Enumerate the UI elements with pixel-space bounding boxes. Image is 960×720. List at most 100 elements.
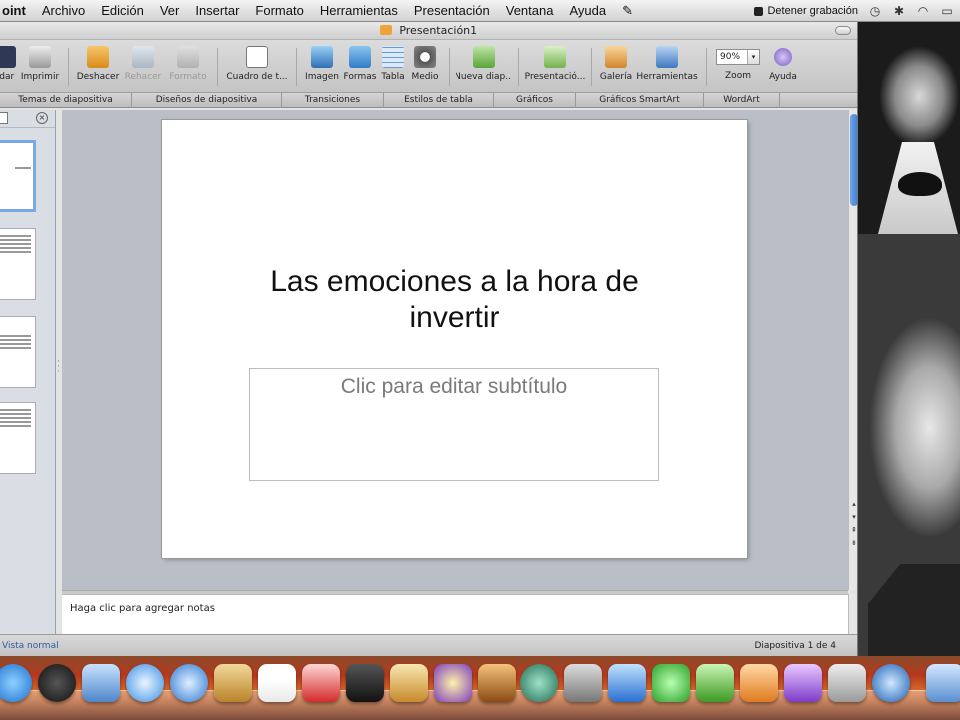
current-slide[interactable]: Las emociones a la hora de invertir Clic… <box>162 120 747 558</box>
imovie-icon[interactable] <box>434 664 472 702</box>
stop-icon <box>754 6 764 16</box>
redo-icon <box>132 46 154 68</box>
photo-booth-icon[interactable] <box>302 664 340 702</box>
menu-herramientas[interactable]: Herramientas <box>312 0 406 21</box>
calendar-icon[interactable] <box>258 664 296 702</box>
menu-archivo[interactable]: Archivo <box>34 0 93 21</box>
tab-slide-layouts[interactable]: Diseños de diapositiva <box>132 93 282 108</box>
wifi-icon[interactable]: ◠ <box>916 4 930 18</box>
slide-thumbnail-2[interactable] <box>0 228 36 300</box>
zoom-control[interactable]: 90% ▾ Zoom <box>713 46 763 92</box>
new-slide-icon <box>473 46 495 68</box>
bluetooth-icon[interactable]: ✱ <box>892 4 906 18</box>
menu-formato[interactable]: Formato <box>247 0 311 21</box>
menu-insertar[interactable]: Insertar <box>187 0 247 21</box>
thumb-text-line <box>0 347 31 349</box>
preview-icon[interactable] <box>82 664 120 702</box>
undo-button[interactable]: Deshacer <box>75 46 121 92</box>
thumb-text-line <box>0 413 31 415</box>
format-painter-button[interactable]: Formato <box>165 46 211 92</box>
menu-presentacion[interactable]: Presentación <box>406 0 498 21</box>
tab-table-styles[interactable]: Estilos de tabla <box>384 93 494 108</box>
subtitle-placeholder-box[interactable]: Clic para editar subtítulo <box>249 368 659 481</box>
outline-view-toggle[interactable] <box>0 112 8 124</box>
window-titlebar[interactable]: Presentación1 <box>0 22 857 40</box>
toolbar-separator <box>217 48 218 86</box>
entourage-icon[interactable] <box>784 664 822 702</box>
close-pane-icon[interactable]: × <box>36 112 48 124</box>
menu-ventana[interactable]: Ventana <box>498 0 562 21</box>
normal-view-label[interactable]: Vista normal <box>2 641 59 651</box>
redo-button[interactable]: Rehacer <box>121 46 165 92</box>
elements-gallery-tabs: Temas de diapositiva Diseños de diaposit… <box>0 92 857 108</box>
excel-icon[interactable] <box>696 664 734 702</box>
notes-pane[interactable]: Haga clic para agregar notas <box>62 594 848 634</box>
toolbar-separator <box>296 48 297 86</box>
save-button[interactable]: rdar <box>0 46 18 92</box>
downloads-stack-icon[interactable] <box>926 664 960 702</box>
format-painter-label: Formato <box>169 72 207 82</box>
menubar-status-items: Detener grabación ◷ ✱ ◠ ▭ <box>754 0 960 22</box>
media-icon <box>414 46 436 68</box>
safari-icon[interactable] <box>126 664 164 702</box>
facetime-icon[interactable] <box>170 664 208 702</box>
thumb-text-line <box>0 417 31 419</box>
slide-thumbnail-4[interactable] <box>0 402 36 474</box>
word-icon[interactable] <box>608 664 646 702</box>
tab-smartart[interactable]: Gráficos SmartArt <box>576 93 704 108</box>
slide-vertical-scrollbar[interactable]: ▴ ▾ ⇞ ⇟ <box>848 110 857 590</box>
toolbar-toggle-button[interactable] <box>835 26 851 35</box>
slide-thumbnail-1[interactable] <box>0 140 36 212</box>
scrollbar-thumb[interactable] <box>850 114 857 206</box>
new-slide-button[interactable]: Nueva diap... <box>456 46 512 92</box>
table-button[interactable]: Tabla <box>379 46 407 92</box>
system-preferences-icon[interactable] <box>828 664 866 702</box>
slide-thumbnails-pane: × <box>0 110 56 634</box>
notes-scrollbar[interactable] <box>848 594 857 634</box>
menu-ver[interactable]: Ver <box>152 0 188 21</box>
time-machine-menu-icon[interactable]: ◷ <box>868 4 882 18</box>
iphoto-icon[interactable] <box>390 664 428 702</box>
quicktime-icon[interactable] <box>872 664 910 702</box>
print-button[interactable]: Imprimir <box>18 46 62 92</box>
gallery-label: Galería <box>599 72 633 82</box>
slideshow-button[interactable]: Presentació... <box>525 46 585 92</box>
image-button[interactable]: Imagen <box>303 46 341 92</box>
presentation-doc-icon <box>379 25 392 35</box>
tab-charts[interactable]: Gráficos <box>494 93 576 108</box>
address-book-icon[interactable] <box>214 664 252 702</box>
menu-edicion[interactable]: Edición <box>93 0 152 21</box>
garageband-icon[interactable] <box>478 664 516 702</box>
scroll-arrows[interactable]: ▴ ▾ ⇞ ⇟ <box>849 498 857 550</box>
zoom-select[interactable]: 90% ▾ <box>716 49 760 65</box>
zoom-label: Zoom <box>725 71 751 81</box>
script-menu-icon[interactable]: ✎ <box>614 0 641 21</box>
battery-icon[interactable]: ▭ <box>940 4 954 18</box>
notes-placeholder: Haga clic para agregar notas <box>70 603 215 614</box>
toolbox-button[interactable]: Herramientas <box>634 46 700 92</box>
stop-recording-button[interactable]: Detener grabación <box>754 5 858 17</box>
slide-counter: Diapositiva 1 de 4 <box>754 641 836 651</box>
tab-wordart[interactable]: WordArt <box>704 93 780 108</box>
slide-title[interactable]: Las emociones a la hora de invertir <box>232 264 677 336</box>
time-machine-icon[interactable] <box>520 664 558 702</box>
gallery-button[interactable]: Galería <box>598 46 634 92</box>
boot-camp-icon[interactable] <box>564 664 602 702</box>
thumb-text-line <box>0 335 31 337</box>
tab-slide-themes[interactable]: Temas de diapositiva <box>0 93 132 108</box>
dvd-player-icon[interactable] <box>346 664 384 702</box>
pane-splitter-handle[interactable]: · · · <box>57 358 61 380</box>
slide-thumbnail-3[interactable] <box>0 316 36 388</box>
textbox-button[interactable]: Cuadro de t... <box>224 46 290 92</box>
menu-app-name[interactable]: oint <box>0 0 34 21</box>
messenger-icon[interactable] <box>652 664 690 702</box>
menu-ayuda[interactable]: Ayuda <box>561 0 614 21</box>
shapes-button[interactable]: Formas <box>341 46 379 92</box>
thumb-text-line <box>0 409 31 411</box>
dashboard-icon[interactable] <box>38 664 76 702</box>
powerpoint-window: Presentación1 rdar Imprimir Deshacer Reh… <box>0 22 858 656</box>
help-button[interactable]: Ayuda <box>763 46 803 92</box>
media-button[interactable]: Medio <box>407 46 443 92</box>
powerpoint-icon[interactable] <box>740 664 778 702</box>
tab-transitions[interactable]: Transiciones <box>282 93 384 108</box>
